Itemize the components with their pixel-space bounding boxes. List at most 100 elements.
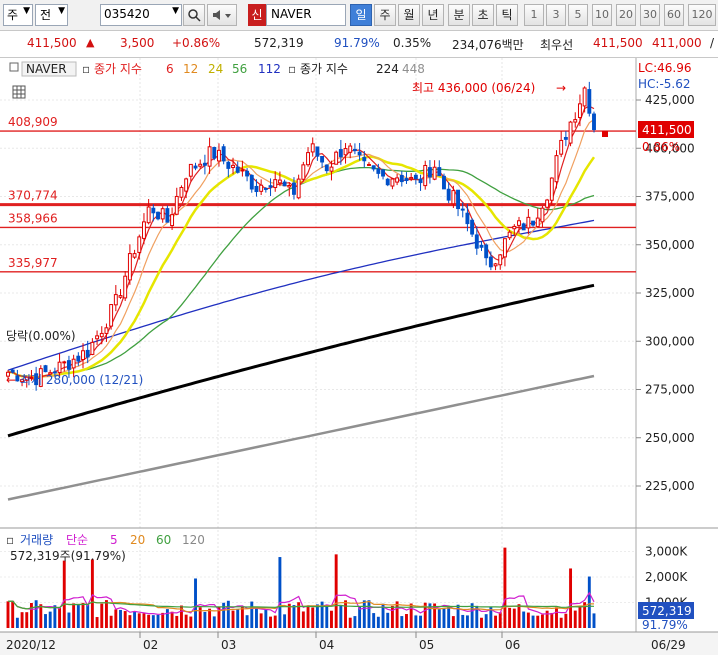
volume-bar: [58, 607, 62, 628]
volume-bar: [278, 557, 282, 628]
volume-bar: [231, 610, 235, 628]
candle-body: [320, 155, 325, 163]
candle-body: [296, 178, 301, 199]
quote-turnover: 0.35%: [393, 36, 432, 50]
candle-body: [268, 185, 273, 188]
volume-bar: [104, 600, 108, 628]
x-axis-label: 04: [319, 638, 334, 652]
candle-body: [587, 89, 592, 114]
price-axis-label: 425,000: [645, 93, 695, 107]
interval-3[interactable]: 3: [546, 4, 566, 26]
stock-chart: 408,909370,774358,966335,977 425,000400,…: [0, 58, 718, 655]
candle-body: [479, 244, 484, 248]
candle-body: [502, 238, 507, 258]
up-arrow-icon: ▲: [86, 36, 95, 49]
volume-bar: [15, 617, 19, 628]
x-axis-label: 2020/12: [6, 638, 56, 652]
current-pct: 0.86%: [642, 140, 680, 154]
quote-volume: 572,319: [254, 36, 304, 50]
interval-20[interactable]: 20: [616, 4, 636, 26]
candle-body: [338, 149, 343, 158]
volume-bar: [128, 615, 132, 628]
candle-body: [245, 170, 250, 177]
candle-body: [235, 166, 240, 173]
volume-bar: [184, 614, 188, 628]
legend-ma2-label: 종가 지수: [300, 62, 348, 76]
volume-bar: [522, 611, 526, 628]
search-icon[interactable]: [183, 4, 205, 26]
volume-bar: [587, 576, 591, 628]
candle-body: [371, 165, 376, 170]
volume-bar: [480, 617, 483, 628]
period-second[interactable]: 초: [472, 4, 494, 26]
candle-body: [156, 211, 160, 220]
volume-ma20: 20: [130, 533, 145, 547]
fall-annotation: 당락(0.00%): [6, 329, 76, 343]
interval-5[interactable]: 5: [568, 4, 588, 26]
candle-body: [329, 166, 334, 172]
interval-30[interactable]: 30: [640, 4, 660, 26]
period-week[interactable]: 주: [374, 4, 396, 26]
period-day[interactable]: 일: [350, 4, 372, 26]
interval-60[interactable]: 60: [664, 4, 684, 26]
candle-body: [390, 178, 395, 187]
candle-body: [465, 212, 470, 225]
chevron-down-icon: ▼: [58, 6, 65, 16]
price-axis-label: 250,000: [645, 431, 695, 445]
candle-body: [57, 361, 62, 374]
volume-bar: [240, 606, 244, 628]
price-axis-label: 275,000: [645, 383, 695, 397]
interval-10[interactable]: 10: [592, 4, 612, 26]
volume-bar: [390, 605, 394, 628]
candle-body: [15, 375, 20, 382]
period-year[interactable]: 년: [422, 4, 444, 26]
price-panel: [0, 58, 718, 528]
volume-bar: [264, 609, 268, 628]
candle-body: [104, 327, 109, 334]
candle-body: [62, 361, 67, 364]
volume-bar: [39, 604, 43, 628]
high-arrow-icon: →: [556, 81, 566, 95]
volume-bar: [44, 614, 47, 628]
candle-body: [165, 208, 170, 223]
legend-ma12: 12: [183, 62, 198, 76]
volume-bar: [236, 608, 240, 628]
candle-body: [488, 256, 493, 268]
volume-bar: [194, 578, 197, 628]
legend-ma-label: 종가 지수: [94, 62, 142, 76]
volume-bar: [348, 617, 352, 628]
volume-current-pct: 91.79%: [642, 618, 688, 632]
volume-bar: [100, 603, 104, 628]
period-month[interactable]: 월: [398, 4, 420, 26]
current-marker: [602, 131, 608, 137]
low-arrow-icon: ←: [6, 373, 16, 387]
volume-bar: [311, 607, 315, 628]
period-tick[interactable]: 틱: [496, 4, 518, 26]
candle-body: [137, 236, 142, 253]
period-minute[interactable]: 분: [448, 4, 470, 26]
volume-ma60: 60: [156, 533, 171, 547]
quote-more: /: [710, 36, 715, 50]
interval-1[interactable]: 1: [524, 4, 544, 26]
volume-bar: [189, 616, 193, 628]
candle-body: [324, 164, 329, 172]
interval-120[interactable]: 120: [688, 4, 716, 26]
speaker-icon[interactable]: [207, 4, 237, 26]
quote-change: 3,500: [120, 36, 155, 50]
volume-bar: [559, 617, 563, 628]
stock-code-input[interactable]: 035420 ▼: [100, 4, 182, 26]
candle-body: [109, 304, 114, 327]
volume-bar: [25, 612, 29, 628]
volume-bar: [203, 611, 207, 628]
volume-bar: [503, 547, 507, 628]
kind-select[interactable]: 전 ▼: [35, 4, 68, 26]
volume-bar: [372, 613, 376, 628]
candle-body: [442, 175, 446, 190]
volume-bar: [226, 600, 230, 628]
market-select[interactable]: 주 ▼: [3, 4, 33, 26]
legend-ma56: 56: [232, 62, 247, 76]
candle-body: [409, 176, 414, 180]
level-label: 370,774: [8, 189, 58, 203]
candle-body: [577, 103, 582, 119]
candle-body: [221, 146, 226, 162]
